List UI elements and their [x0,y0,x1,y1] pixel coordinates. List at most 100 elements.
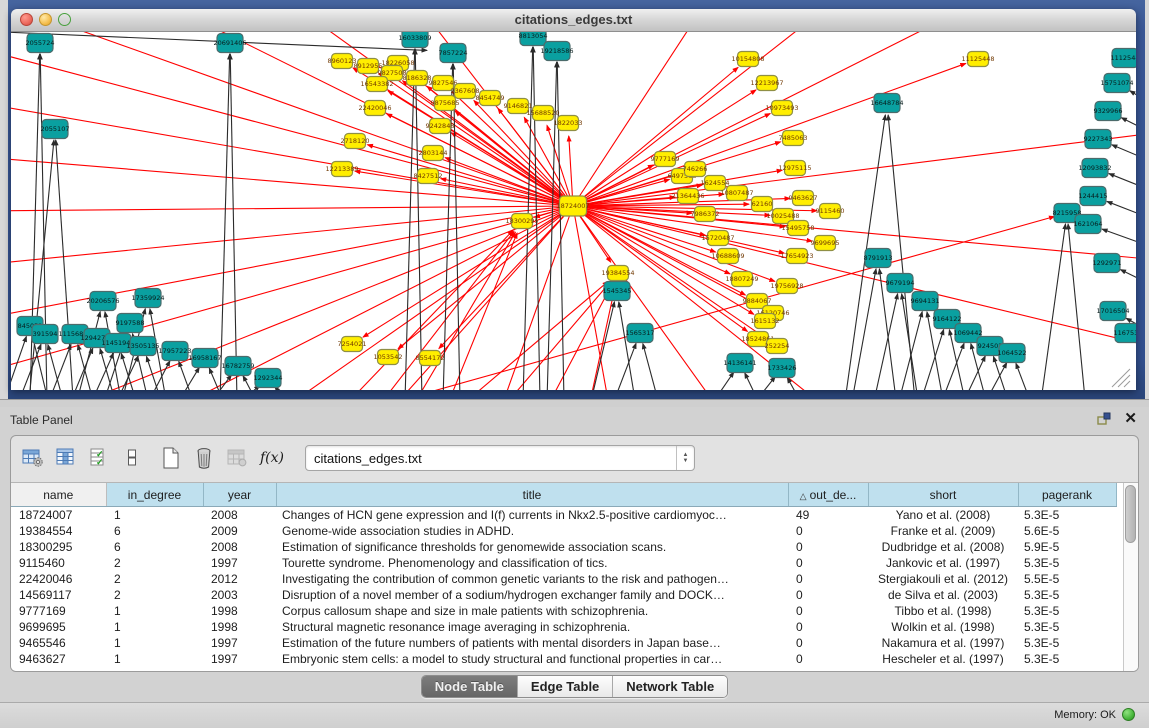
graph-node[interactable]: 8186328 [403,71,432,86]
graph-node[interactable]: 2055724 [26,34,55,53]
graph-node[interactable]: 1621064 [1074,215,1103,234]
graph-node[interactable]: 20691406 [213,34,246,53]
graph-node[interactable]: 1565317 [626,324,655,343]
cell-title: Tourette syndrome. Phenomenology and cla… [276,555,788,571]
graph-node[interactable]: 8454749 [476,91,505,106]
panel-divider[interactable]: ▲ [0,399,1149,407]
graph-node[interactable]: 1545345 [603,282,632,301]
graph-node[interactable]: 18724007 [556,196,589,216]
dropdown-stepper-icon[interactable]: ▲▼ [676,446,694,470]
graph-node[interactable]: 9694131 [911,292,940,311]
graph-node[interactable]: 14136141 [723,354,756,373]
graph-node[interactable]: 252254 [765,339,790,354]
graph-node[interactable]: 1167533 [1114,324,1136,343]
graph-node[interactable]: 9329966 [1094,102,1123,121]
graph-node[interactable]: 8791913 [864,249,893,268]
graph-node[interactable]: 13505135 [126,337,159,356]
graph-node[interactable]: 9875685 [431,96,460,111]
graph-node[interactable]: 2718120 [341,134,370,149]
graph-node[interactable]: 1112544 [1111,49,1136,68]
graph-node[interactable]: 7986372 [691,207,720,222]
citation-network-graph[interactable]: 2055724 20691406 16033809 7857224 8813054192… [11,32,1136,390]
graph-node[interactable]: 391594 [32,325,58,344]
table-row[interactable]: 1938455462009Genome-wide association stu… [11,523,1116,539]
table-row[interactable]: 969969511998Structural magnetic resonanc… [11,619,1116,635]
cell-pagerank: 5.6E-5 [1018,523,1116,539]
table-row[interactable]: 946362711997Embryonic stem cells: a mode… [11,651,1116,667]
table-row[interactable]: 977716911998Corpus callosum shape and si… [11,603,1116,619]
column-header-name[interactable]: name [11,483,106,507]
svg-text:9164122: 9164122 [933,315,962,323]
graph-node[interactable]: 1292971 [1093,254,1122,273]
graph-node[interactable]: 7485063 [779,131,808,146]
table-selector-dropdown[interactable]: citations_edges.txt ▲▼ [305,445,695,471]
graph-node[interactable]: 19218586 [540,42,573,61]
column-visibility-icon[interactable]: ✓ ✓ [87,445,111,471]
tab-network-table[interactable]: Network Table [613,676,727,697]
row-height-icon[interactable] [120,445,144,471]
node-table[interactable]: namein_degreeyeartitle△out_de...shortpag… [11,482,1138,671]
table-row[interactable]: 1456911722003Disruption of a novel membe… [11,587,1116,603]
table-header-row[interactable]: namein_degreeyeartitle△out_de...shortpag… [11,483,1116,507]
close-panel-icon[interactable]: ✕ [1124,411,1137,426]
graph-node[interactable]: 16782759 [221,357,254,376]
graph-node[interactable]: 2803144 [419,146,448,161]
graph-node[interactable]: 1064522 [998,344,1027,363]
graph-node[interactable]: 17359924 [131,289,164,308]
graph-node[interactable]: 1615132 [751,314,780,329]
graph-node[interactable]: 16648784 [870,94,903,113]
graph-node[interactable]: 9227343 [1084,130,1113,149]
tab-node-table[interactable]: Node Table [422,676,518,697]
new-table-icon[interactable] [159,445,183,471]
table-row[interactable]: 1830029562008Estimation of significance … [11,539,1116,555]
tab-edge-table[interactable]: Edge Table [518,676,613,697]
graph-node[interactable]: 17016504 [1096,302,1129,321]
graph-node[interactable]: 8813054 [519,32,548,46]
graph-node[interactable]: 8554172 [416,351,445,366]
column-header-in_degree[interactable]: in_degree [106,483,203,507]
network-canvas[interactable]: 2055724 20691406 16033809 7857224 8813054192… [11,32,1136,390]
graph-node[interactable]: 2055107 [41,120,70,139]
column-header-title[interactable]: title [276,483,788,507]
graph-node[interactable]: 20206576 [86,292,119,311]
graph-node[interactable]: 9679194 [886,274,915,293]
window-titlebar[interactable]: citations_edges.txt [11,9,1136,32]
scrollbar-thumb[interactable] [1125,485,1136,543]
graph-node[interactable]: 1244415 [1079,187,1108,206]
graph-node[interactable]: 1053542 [374,350,403,365]
column-header-short[interactable]: short [868,483,1018,507]
graph-node[interactable]: 7857224 [439,44,468,63]
graph-node[interactable]: 9463627 [789,191,818,206]
table-row[interactable]: 2242004622012Investigating the contribut… [11,571,1116,587]
graph-node[interactable]: 17957223 [158,342,191,361]
vertical-scrollbar[interactable] [1123,483,1138,671]
graph-node[interactable]: 9699695 [811,236,840,251]
graph-node[interactable]: 12093832 [1078,159,1111,178]
graph-node[interactable]: 9242848 [426,119,455,134]
graph-node[interactable]: 9115460 [816,204,845,219]
graph-node[interactable]: 746266 [683,162,708,177]
graph-node[interactable]: 8427512 [414,169,443,184]
graph-node[interactable]: 1292344 [254,369,283,388]
graph-node[interactable]: 9777169 [651,152,680,167]
select-columns-icon[interactable] [54,445,78,471]
float-panel-icon[interactable] [1096,411,1112,426]
table-row[interactable]: 946554611997Estimation of the future num… [11,635,1116,651]
column-header-year[interactable]: year [203,483,276,507]
column-header-pagerank[interactable]: pagerank [1018,483,1116,507]
graph-node[interactable]: 1822033 [554,116,583,131]
table-settings-icon[interactable] [21,445,45,471]
graph-node[interactable]: 62160 [752,197,773,212]
table-row[interactable]: 1872400712008Changes of HCN gene express… [11,507,1116,524]
graph-node[interactable]: 7254021 [338,337,367,352]
graph-node[interactable]: 9197588 [116,314,145,333]
graph-node[interactable]: 8960123 [328,54,357,69]
column-header-out_degree[interactable]: △out_de... [788,483,868,507]
graph-node[interactable]: 16958167 [188,349,221,368]
table-row[interactable]: 911546021997Tourette syndrome. Phenomeno… [11,555,1116,571]
graph-node[interactable]: 1733426 [768,359,797,378]
graph-node[interactable]: 15751074 [1100,74,1133,93]
graph-node[interactable]: 16033809 [398,32,431,48]
function-builder-icon[interactable]: f(x) [258,450,286,466]
delete-table-icon[interactable] [192,445,216,471]
